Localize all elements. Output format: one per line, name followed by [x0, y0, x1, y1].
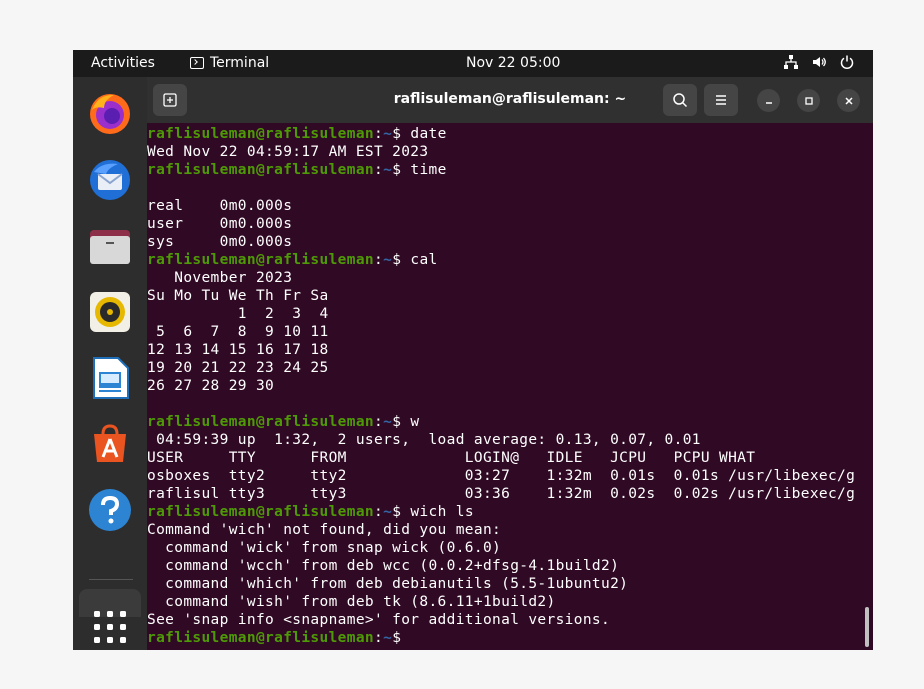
output-line: user 0m0.000s — [147, 216, 293, 232]
output-line: See 'snap info <snapname>' for additiona… — [147, 612, 611, 628]
top-bar: Activities Terminal Nov 22 05:00 — [73, 50, 873, 77]
output-line: Su Mo Tu We Th Fr Sa — [147, 288, 329, 304]
output-line: 26 27 28 29 30 — [147, 378, 275, 394]
output-line: 04:59:39 up 1:32, 2 users, load average:… — [147, 432, 701, 448]
files-icon[interactable] — [86, 222, 134, 270]
output-line: command 'wish' from deb tk (8.6.11+1buil… — [147, 594, 556, 610]
prompt-user-host: raflisuleman@raflisuleman — [147, 414, 374, 430]
prompt-line: raflisuleman@raflisuleman:~$ — [147, 629, 869, 647]
command-text: w — [410, 414, 420, 430]
terminal-icon — [190, 57, 204, 69]
command-text: cal — [410, 252, 438, 268]
output-line: 19 20 21 22 23 24 25 — [147, 360, 329, 376]
prompt-path: ~ — [383, 126, 393, 142]
prompt-path: ~ — [383, 414, 393, 430]
menu-button[interactable] — [704, 84, 738, 116]
rhythmbox-icon[interactable] — [86, 288, 134, 336]
prompt-colon: : — [374, 630, 384, 646]
maximize-button[interactable] — [797, 89, 820, 112]
prompt-colon: : — [374, 414, 384, 430]
output-line: command 'wick' from snap wick (0.6.0) — [147, 540, 502, 556]
prompt-symbol: $ — [392, 162, 411, 178]
command-text: wich ls — [410, 504, 474, 520]
prompt-colon: : — [374, 126, 384, 142]
hamburger-menu-icon — [716, 95, 726, 105]
prompt-line: raflisuleman@raflisuleman:~$ date — [147, 125, 869, 143]
prompt-colon: : — [374, 162, 384, 178]
close-button[interactable] — [837, 89, 860, 112]
prompt-symbol: $ — [392, 630, 411, 646]
output-line: November 2023 — [147, 270, 293, 286]
prompt-user-host: raflisuleman@raflisuleman — [147, 504, 374, 520]
prompt-user-host: raflisuleman@raflisuleman — [147, 126, 374, 142]
output-line: Command 'wich' not found, did you mean: — [147, 522, 502, 538]
terminal-headerbar: raflisuleman@raflisuleman: ~ — [147, 77, 873, 123]
activities-button[interactable]: Activities — [91, 55, 155, 71]
prompt-line: raflisuleman@raflisuleman:~$ cal — [147, 251, 869, 269]
output-line: command 'wcch' from deb wcc (0.0.2+dfsg-… — [147, 558, 620, 574]
prompt-symbol: $ — [392, 504, 411, 520]
prompt-user-host: raflisuleman@raflisuleman — [147, 630, 374, 646]
libreoffice-writer-icon[interactable] — [86, 354, 134, 402]
app-center-icon[interactable] — [86, 420, 134, 468]
output-line: 1 2 3 4 — [147, 306, 329, 322]
prompt-colon: : — [374, 504, 384, 520]
power-icon[interactable] — [839, 54, 855, 70]
show-apps-icon[interactable] — [86, 610, 134, 650]
clock[interactable]: Nov 22 05:00 — [466, 55, 560, 71]
scrollbar[interactable] — [865, 607, 869, 647]
prompt-user-host: raflisuleman@raflisuleman — [147, 252, 374, 268]
terminal-window[interactable]: raflisuleman@raflisuleman: ~ raflisulema… — [147, 77, 873, 650]
help-icon[interactable] — [86, 486, 134, 534]
prompt-symbol: $ — [392, 414, 411, 430]
close-icon — [844, 96, 853, 105]
output-line: 12 13 14 15 16 17 18 — [147, 342, 329, 358]
system-tray[interactable] — [783, 54, 855, 70]
prompt-user-host: raflisuleman@raflisuleman — [147, 162, 374, 178]
network-icon[interactable] — [783, 54, 799, 70]
app-menu[interactable]: Terminal — [190, 55, 269, 71]
output-line: sys 0m0.000s — [147, 234, 293, 250]
minimize-icon — [765, 101, 772, 104]
prompt-line: raflisuleman@raflisuleman:~$ wich ls — [147, 503, 869, 521]
volume-icon[interactable] — [811, 54, 827, 70]
output-line: command 'which' from deb debianutils (5.… — [147, 576, 629, 592]
minimize-button[interactable] — [757, 89, 780, 112]
command-text: date — [410, 126, 447, 142]
prompt-path: ~ — [383, 162, 393, 178]
output-line: Wed Nov 22 04:59:17 AM EST 2023 — [147, 144, 429, 160]
prompt-path: ~ — [383, 630, 393, 646]
prompt-colon: : — [374, 252, 384, 268]
dock — [73, 77, 147, 650]
output-line: real 0m0.000s — [147, 198, 293, 214]
dock-separator — [89, 579, 133, 580]
prompt-path: ~ — [383, 252, 393, 268]
output-line: USER TTY FROM LOGIN@ IDLE JCPU PCPU WHAT — [147, 450, 756, 466]
prompt-symbol: $ — [392, 126, 411, 142]
prompt-path: ~ — [383, 504, 393, 520]
output-line: raflisul tty3 tty3 03:36 1:32m 0.02s 0.0… — [147, 486, 856, 502]
prompt-line: raflisuleman@raflisuleman:~$ time — [147, 161, 869, 179]
thunderbird-icon[interactable] — [86, 156, 134, 204]
desktop-screen: Activities Terminal Nov 22 05:00 raflisu… — [73, 50, 873, 650]
command-text: time — [410, 162, 447, 178]
prompt-line: raflisuleman@raflisuleman:~$ w — [147, 413, 869, 431]
firefox-icon[interactable] — [86, 90, 134, 138]
restore-icon — [804, 96, 813, 105]
terminal-output[interactable]: raflisuleman@raflisuleman:~$ date Wed Nov… — [147, 125, 869, 650]
app-name: Terminal — [210, 55, 270, 71]
search-button[interactable] — [663, 84, 697, 116]
search-icon — [673, 93, 688, 108]
prompt-symbol: $ — [392, 252, 411, 268]
output-line: 5 6 7 8 9 10 11 — [147, 324, 329, 340]
output-line: osboxes tty2 tty2 03:27 1:32m 0.01s 0.01… — [147, 468, 856, 484]
